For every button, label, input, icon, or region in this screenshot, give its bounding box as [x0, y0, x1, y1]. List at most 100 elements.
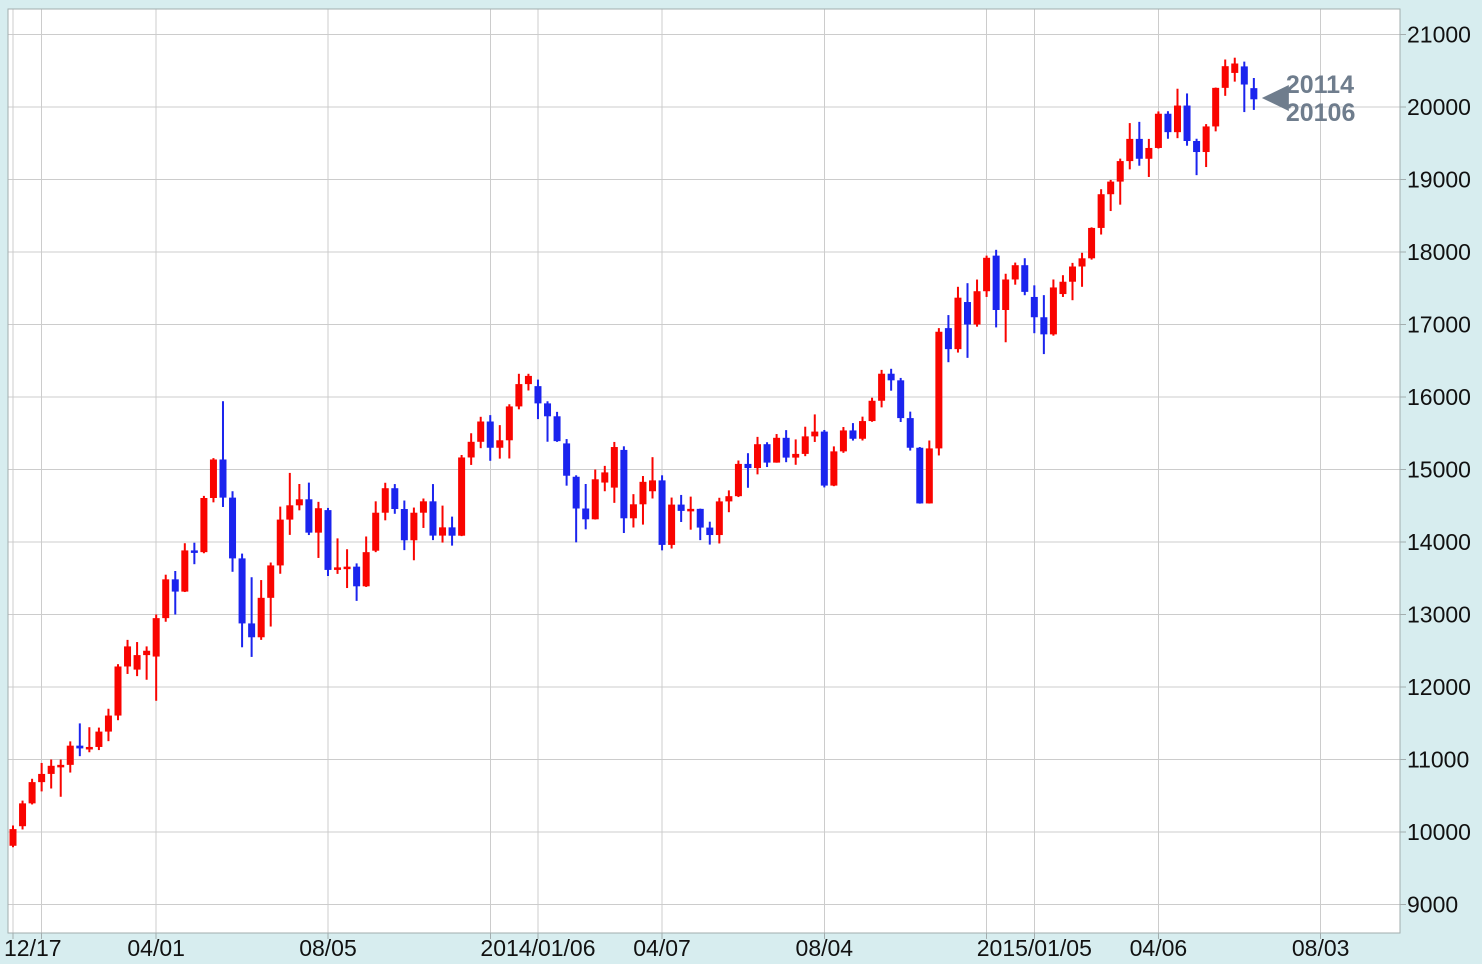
candle-body — [725, 496, 732, 501]
y-axis-tick-label: 13000 — [1407, 602, 1471, 628]
candle-body — [1193, 141, 1200, 152]
x-axis-tick-label: 08/03 — [1292, 935, 1350, 961]
candle-wick — [298, 484, 300, 510]
candle-body — [1107, 182, 1114, 195]
candle-wick — [814, 414, 816, 442]
candle-body — [1136, 139, 1143, 159]
candle-body — [67, 746, 74, 765]
latest-price-label: 20114 — [1286, 71, 1354, 99]
candle-body — [668, 505, 675, 545]
y-axis-tick-label: 11000 — [1407, 747, 1469, 773]
candle-body — [821, 432, 828, 486]
candle-body — [935, 332, 942, 449]
candle-body — [439, 527, 446, 535]
x-axis-tick-label: 04/07 — [633, 935, 691, 961]
candle-body — [219, 459, 226, 497]
y-axis-tick-label: 14000 — [1407, 529, 1471, 555]
candle-body — [1250, 88, 1257, 99]
candle-body — [630, 504, 637, 518]
candle-wick — [193, 543, 195, 564]
price-chart-svg: 2100020000190001800017000160001500014000… — [0, 0, 1482, 964]
candle-body — [191, 550, 198, 553]
candle-body — [582, 509, 589, 520]
candle-up — [840, 427, 847, 453]
candle-body — [458, 457, 465, 535]
candle-body — [86, 747, 93, 750]
candle-body — [916, 448, 923, 504]
candle-body — [487, 422, 494, 448]
candle-down — [659, 475, 666, 550]
candle-body — [620, 450, 627, 518]
candle-body — [105, 716, 112, 732]
candle-body — [1012, 265, 1019, 279]
candle-body — [907, 418, 914, 448]
candle-wick — [652, 457, 654, 498]
candle-body — [181, 550, 188, 591]
candle-body — [1126, 139, 1133, 161]
candle-body — [324, 510, 331, 570]
candle-up — [830, 446, 837, 486]
candle-body — [468, 442, 475, 458]
candle-wick — [289, 473, 291, 535]
candle-body — [811, 432, 818, 437]
candle-body — [878, 374, 885, 401]
candle-body — [678, 505, 685, 511]
candle-up — [1088, 227, 1095, 259]
candle-wick — [50, 760, 52, 789]
candle-body — [353, 567, 360, 587]
candle-body — [554, 416, 561, 441]
candle-body — [38, 774, 45, 782]
x-axis-tick-label: 08/05 — [299, 935, 357, 961]
candle-body — [229, 498, 236, 559]
candle-up — [869, 398, 876, 422]
candle-body — [945, 328, 952, 349]
candle-body — [840, 430, 847, 451]
candle-body — [315, 508, 322, 532]
candle-body — [344, 567, 351, 570]
candle-up — [162, 575, 169, 622]
candle-body — [1002, 279, 1009, 310]
candle-body — [792, 454, 799, 458]
candle-up — [114, 664, 121, 720]
candle-body — [296, 499, 303, 505]
candle-body — [29, 782, 36, 803]
candle-body — [1155, 114, 1162, 148]
candle-wick — [442, 506, 444, 543]
candle-body — [1117, 161, 1124, 182]
candle-body — [1174, 106, 1181, 133]
y-axis-tick-label: 20000 — [1407, 94, 1471, 120]
candle-body — [573, 477, 580, 509]
candle-body — [830, 451, 837, 485]
candle-body — [1088, 228, 1095, 258]
candle-body — [48, 766, 55, 774]
candle-body — [964, 302, 971, 324]
x-axis-tick-label: 12/17 — [4, 935, 62, 961]
y-axis-tick-label: 19000 — [1407, 167, 1471, 193]
candle-body — [1145, 148, 1152, 159]
candle-wick — [585, 484, 587, 529]
candle-body — [153, 618, 160, 656]
y-axis-tick-label: 10000 — [1407, 819, 1471, 845]
candle-body — [697, 509, 704, 528]
candle-body — [926, 448, 933, 503]
y-axis-tick-label: 18000 — [1407, 239, 1471, 265]
candle-body — [410, 513, 417, 541]
candle-body — [849, 430, 856, 438]
candle-wick — [79, 723, 81, 756]
candle-wick — [690, 497, 692, 530]
candle-body — [1212, 88, 1219, 127]
candle-up — [29, 779, 36, 805]
candle-body — [200, 498, 207, 552]
candle-body — [95, 732, 102, 747]
candle-body — [1031, 297, 1038, 317]
candle-body — [754, 444, 761, 468]
candle-body — [334, 567, 341, 570]
candle-body — [1203, 126, 1210, 152]
candle-body — [172, 579, 179, 591]
candle-body — [525, 376, 532, 384]
candle-body — [659, 480, 666, 545]
candle-up — [1098, 189, 1105, 234]
candle-body — [859, 421, 866, 439]
candle-up — [773, 434, 780, 463]
candle-body — [372, 513, 379, 551]
